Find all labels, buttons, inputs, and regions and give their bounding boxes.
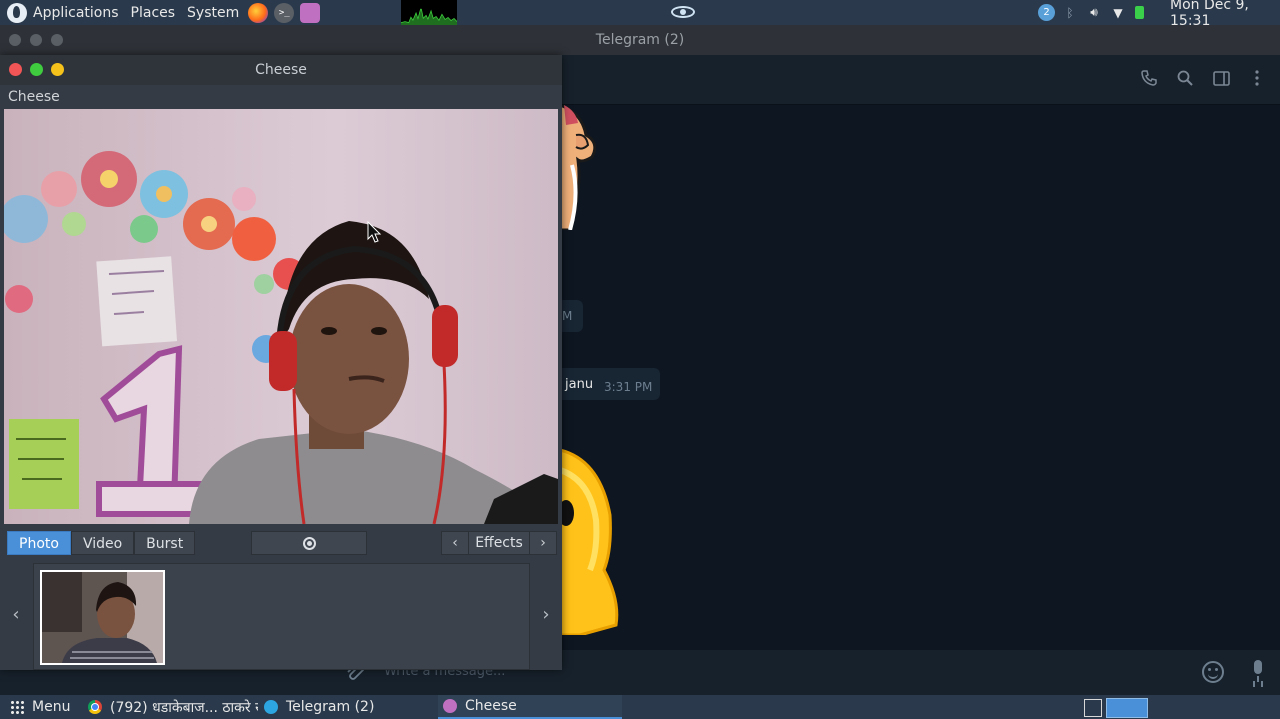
thumbnail-prev-button[interactable]: ‹	[6, 604, 26, 625]
top-panel: Applications Places System >_ 2 ᛒ 🔊︎ ▼ M…	[0, 0, 1280, 29]
chrome-icon	[88, 700, 102, 714]
more-options-icon[interactable]	[1248, 69, 1266, 87]
wifi-icon[interactable]: ▼	[1111, 6, 1125, 20]
eye-indicator-icon[interactable]	[671, 6, 695, 18]
workspace-switcher	[1084, 698, 1148, 718]
chevron-right-icon: ›	[540, 535, 546, 551]
terminal-launcher-icon[interactable]: >_	[274, 2, 295, 23]
mode-photo-button[interactable]: Photo	[7, 531, 71, 555]
task-label: Cheese	[465, 698, 517, 714]
task-label: (792) धडाकेबाज... ठाकरे सर...	[110, 699, 258, 716]
webcam-frame-image	[4, 109, 558, 524]
applications-menu-label: Applications	[33, 4, 119, 21]
distro-logo-icon	[7, 2, 27, 23]
battery-icon[interactable]	[1135, 6, 1144, 19]
cheese-titlebar[interactable]: Cheese	[0, 55, 562, 85]
camera-icon	[302, 536, 316, 550]
cheese-icon	[443, 699, 457, 713]
system-menu[interactable]: System	[181, 0, 245, 25]
chat-header-actions	[1140, 69, 1266, 87]
minimize-button[interactable]	[30, 34, 42, 46]
mode-video-button[interactable]: Video	[70, 531, 135, 555]
maximize-button[interactable]	[30, 63, 43, 76]
thumbnail-image	[42, 572, 163, 663]
chevron-left-icon: ‹	[12, 604, 20, 625]
cheese-menubar: Cheese	[0, 85, 562, 109]
main-menu-label: Menu	[32, 699, 71, 715]
message-text: janu	[565, 377, 594, 392]
phone-icon[interactable]	[1140, 69, 1158, 87]
telegram-titlebar[interactable]: Telegram (2)	[0, 25, 1280, 55]
capture-mode-selector: Photo Video Burst	[7, 531, 196, 555]
effects-next-button[interactable]: ›	[529, 531, 557, 555]
photo-thumbnail[interactable]	[40, 570, 165, 665]
firefox-launcher-icon[interactable]	[248, 2, 269, 23]
text-editor-launcher-icon[interactable]	[300, 2, 321, 23]
chevron-left-icon: ‹	[452, 535, 458, 551]
main-menu-button[interactable]: Menu	[0, 695, 82, 719]
system-tray: 2 ᛒ 🔊︎ ▼ Mon Dec 9, 15:31	[1038, 0, 1280, 29]
take-photo-button[interactable]	[251, 531, 367, 555]
thumbnail-strip[interactable]	[33, 563, 530, 670]
places-menu[interactable]: Places	[125, 0, 182, 25]
show-desktop-icon[interactable]	[1084, 699, 1102, 717]
effects-control: ‹ Effects ›	[441, 531, 557, 555]
cheese-toolbar: Photo Video Burst ‹ Effects ›	[0, 524, 562, 562]
task-cheese[interactable]: Cheese	[438, 695, 622, 719]
telegram-window-title: Telegram (2)	[595, 32, 685, 48]
microphone-icon[interactable]	[1252, 660, 1264, 684]
cheese-app-menu[interactable]: Cheese	[8, 89, 60, 105]
thumbnail-bar: ‹ ›	[0, 562, 562, 670]
telegram-icon	[264, 700, 278, 714]
workspace-1[interactable]	[1106, 698, 1148, 718]
emoji-icon[interactable]	[1202, 661, 1224, 683]
thumbnail-next-button[interactable]: ›	[536, 604, 556, 625]
cheese-window-controls	[9, 63, 64, 76]
applications-menu[interactable]: Applications	[0, 0, 125, 25]
cheese-window: Cheese Cheese Photo Video Burst ‹ Effect…	[0, 55, 562, 670]
close-button[interactable]	[9, 34, 21, 46]
minimize-button[interactable]	[51, 63, 64, 76]
bottom-taskbar: Menu (792) धडाकेबाज... ठाकरे सर... Teleg…	[0, 695, 1280, 719]
bluetooth-icon[interactable]: ᛒ	[1063, 6, 1077, 20]
task-label: Telegram (2)	[286, 699, 375, 715]
message-time: M	[562, 309, 573, 323]
task-chrome[interactable]: (792) धडाकेबाज... ठाकरे सर...	[82, 695, 258, 719]
close-button[interactable]	[9, 63, 22, 76]
volume-icon[interactable]: 🔊︎	[1087, 5, 1101, 20]
mode-burst-button[interactable]: Burst	[134, 531, 196, 555]
sidebar-toggle-icon[interactable]	[1212, 69, 1230, 87]
message-time: 3:31 PM	[604, 380, 653, 394]
system-monitor-graph[interactable]	[401, 0, 457, 25]
search-icon[interactable]	[1176, 69, 1194, 87]
effects-prev-button[interactable]: ‹	[441, 531, 469, 555]
effects-button[interactable]: Effects	[469, 531, 529, 555]
telegram-window-controls	[9, 34, 63, 46]
cheese-window-title: Cheese	[255, 62, 307, 78]
task-telegram[interactable]: Telegram (2)	[258, 695, 438, 719]
maximize-button[interactable]	[51, 34, 63, 46]
chevron-right-icon: ›	[542, 604, 550, 625]
webcam-preview[interactable]	[4, 109, 558, 524]
grid-menu-icon	[10, 700, 24, 714]
notification-badge[interactable]: 2	[1038, 4, 1055, 21]
